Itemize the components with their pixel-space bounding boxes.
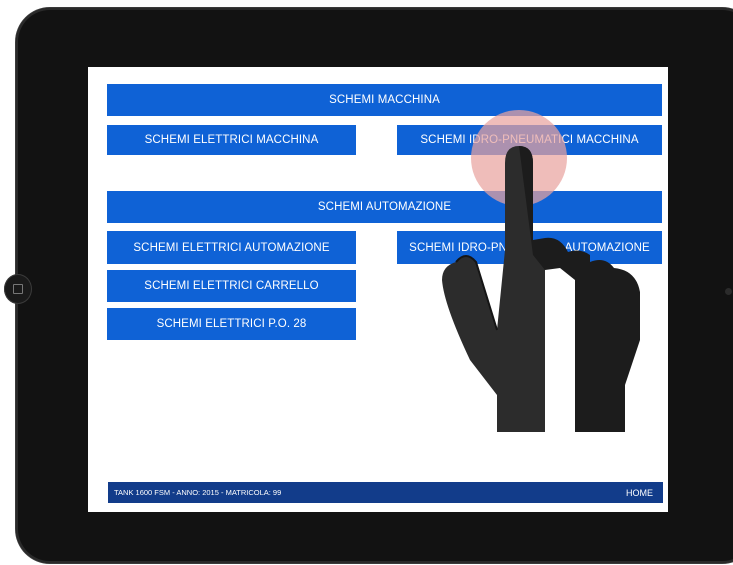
home-link[interactable]: HOME: [626, 488, 653, 498]
footer-bar: TANK 1600 FSM - ANNO: 2015 - MATRICOLA: …: [108, 482, 663, 503]
schemi-idro-pneumatici-macchina-button[interactable]: SCHEMI IDRO-PNEUMATICI MACCHINA: [397, 125, 662, 155]
tablet-home-button[interactable]: [4, 274, 32, 304]
app-screen: SCHEMI MACCHINA SCHEMI ELETTRICI MACCHIN…: [88, 67, 668, 512]
footer-machine-info: TANK 1600 FSM - ANNO: 2015 - MATRICOLA: …: [114, 488, 282, 497]
section-header-macchina: SCHEMI MACCHINA: [107, 84, 662, 116]
tablet-camera: [725, 288, 732, 295]
schemi-elettrici-macchina-button[interactable]: SCHEMI ELETTRICI MACCHINA: [107, 125, 356, 155]
section-header-automazione: SCHEMI AUTOMAZIONE: [107, 191, 662, 223]
schemi-idro-pneumatici-automazione-button[interactable]: SCHEMI IDRO-PNEUMATICI AUTOMAZIONE: [397, 231, 662, 264]
schemi-elettrici-po28-button[interactable]: SCHEMI ELETTRICI P.O. 28: [107, 308, 356, 340]
schemi-elettrici-carrello-button[interactable]: SCHEMI ELETTRICI CARRELLO: [107, 270, 356, 302]
schemi-elettrici-automazione-button[interactable]: SCHEMI ELETTRICI AUTOMAZIONE: [107, 231, 356, 264]
